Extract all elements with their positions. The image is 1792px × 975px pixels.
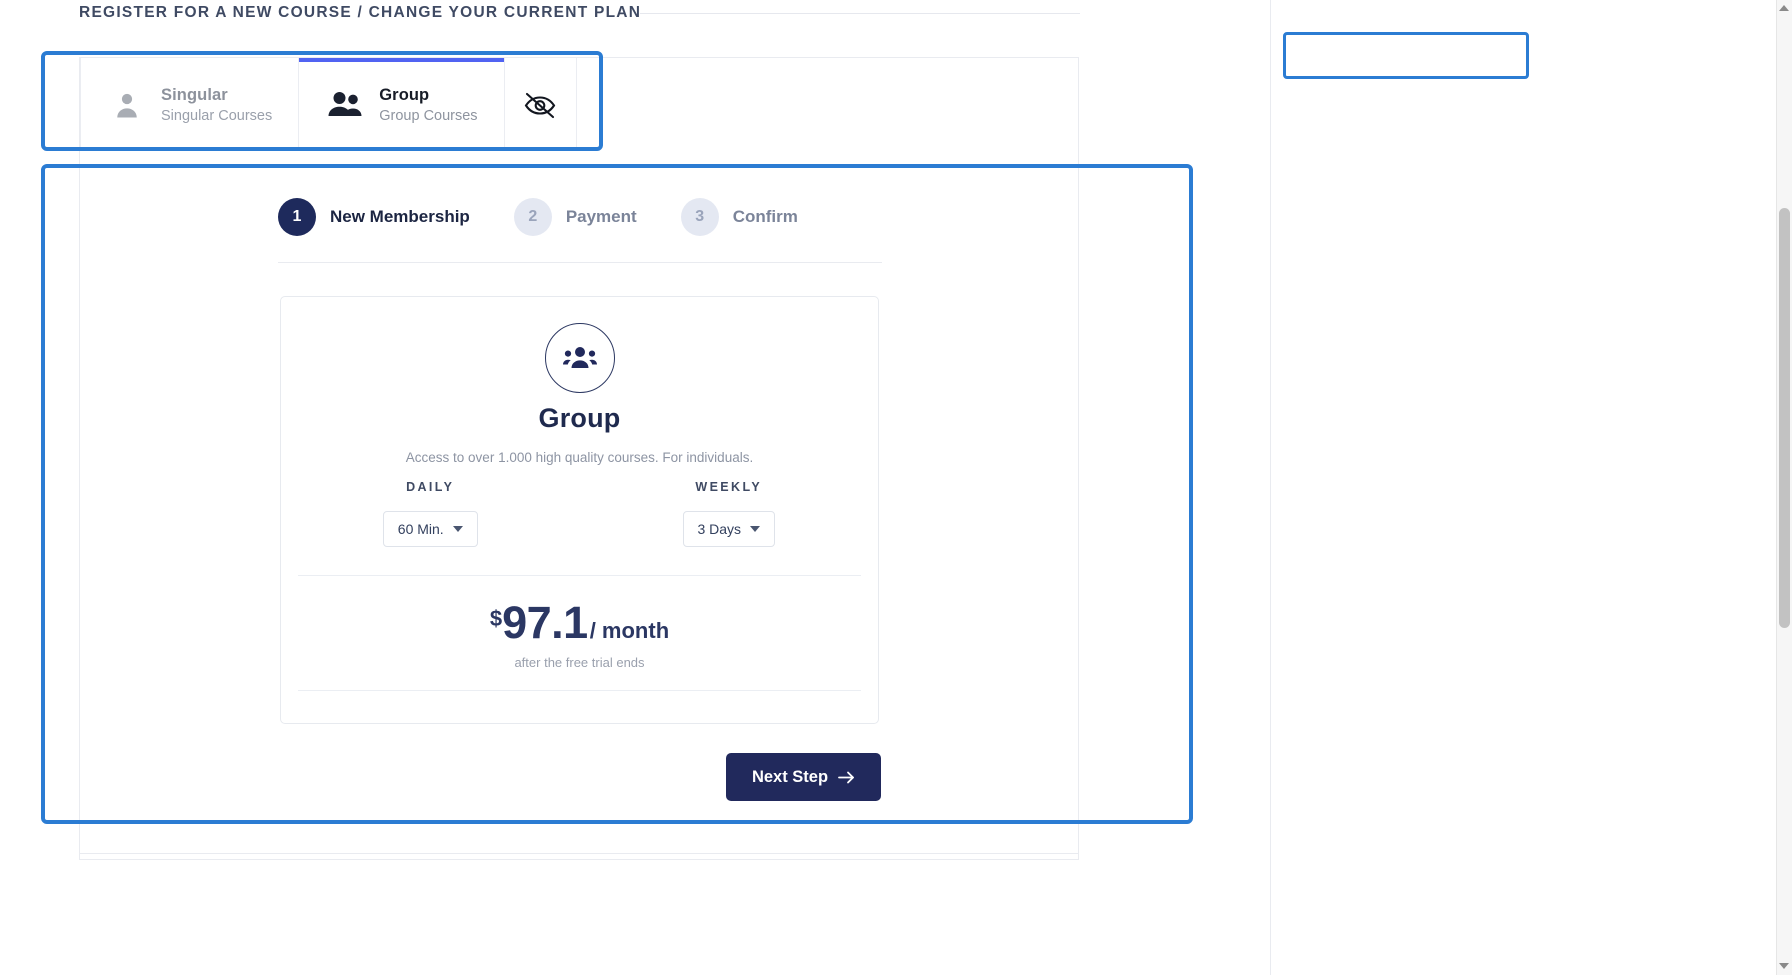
- step-2-number: 2: [513, 198, 552, 236]
- tab-singular-texts: Singular Singular Courses: [161, 86, 272, 124]
- step-3-number: 3: [680, 198, 719, 236]
- tab-card: Singular Singular Courses Group Group Co…: [79, 57, 1079, 152]
- scroll-up-arrow-icon[interactable]: [1779, 5, 1789, 11]
- eye-off-icon: [521, 88, 559, 122]
- plan-description: Access to over 1.000 high quality course…: [405, 450, 754, 465]
- step-1-label: New Membership: [330, 207, 470, 226]
- plan-card: Group Access to over 1.000 high quality …: [280, 296, 879, 724]
- tab-singular[interactable]: Singular Singular Courses: [80, 58, 300, 151]
- checkout-stepper: 1 New Membership 2 Payment 3 Confirm: [278, 198, 842, 236]
- plan-title: Group: [538, 403, 621, 433]
- step-new-membership[interactable]: 1 New Membership: [278, 198, 470, 236]
- card-bottom-edge: [79, 854, 1079, 860]
- daily-option-col: DAILY 60 Min.: [281, 480, 580, 547]
- group-people-icon: [544, 323, 615, 393]
- arrow-right-icon: [838, 771, 854, 783]
- price-period: / month: [589, 618, 670, 643]
- course-type-tabs: Singular Singular Courses Group Group Co…: [80, 58, 577, 151]
- main-content: REGISTER FOR A NEW COURSE / CHANGE YOUR …: [0, 0, 1270, 975]
- weekly-label: WEEKLY: [695, 480, 763, 494]
- plan-price: $ 97.1 / month: [281, 597, 878, 649]
- daily-duration-value: 60 Min.: [397, 521, 444, 537]
- chevron-down-icon: [452, 526, 463, 532]
- daily-duration-select[interactable]: 60 Min.: [382, 511, 478, 547]
- plan-divider-top: [298, 575, 861, 576]
- page-title: REGISTER FOR A NEW COURSE / CHANGE YOUR …: [79, 4, 642, 21]
- scrollbar-thumb[interactable]: [1779, 208, 1790, 628]
- page-scrollbar[interactable]: [1776, 0, 1792, 975]
- weekly-days-value: 3 Days: [697, 521, 742, 537]
- plan-options-row: DAILY 60 Min. WEEKLY 3 Days: [281, 480, 878, 547]
- heading-divider: [640, 13, 1080, 14]
- step-2-label: Payment: [565, 207, 637, 226]
- daily-label: DAILY: [406, 480, 455, 494]
- price-currency: $: [489, 606, 503, 631]
- plan-divider-bottom: [298, 690, 861, 691]
- price-note: after the free trial ends: [514, 655, 645, 670]
- step-confirm[interactable]: 3 Confirm: [680, 198, 798, 236]
- price-amount: 97.1: [502, 597, 588, 648]
- two-people-icon: [325, 88, 365, 122]
- step-3-label: Confirm: [732, 207, 798, 226]
- tab-group[interactable]: Group Group Courses: [299, 58, 505, 151]
- next-step-button[interactable]: Next Step: [726, 753, 881, 801]
- next-step-label: Next Step: [751, 767, 829, 786]
- tab-hidden-toggle[interactable]: [504, 58, 577, 151]
- tab-singular-title: Singular: [161, 85, 228, 104]
- membership-body-card: 1 New Membership 2 Payment 3 Confirm Gro…: [79, 152, 1079, 854]
- right-sidebar: COURSE My membership: [1270, 0, 1770, 975]
- weekly-option-col: WEEKLY 3 Days: [580, 480, 879, 547]
- scroll-down-arrow-icon[interactable]: [1779, 963, 1789, 969]
- page-root: REGISTER FOR A NEW COURSE / CHANGE YOUR …: [0, 0, 1792, 975]
- tab-group-subtitle: Group Courses: [379, 107, 478, 124]
- tab-group-texts: Group Group Courses: [379, 86, 477, 124]
- step-payment[interactable]: 2 Payment: [513, 198, 637, 236]
- weekly-days-select[interactable]: 3 Days: [682, 511, 775, 547]
- single-person-icon: [107, 88, 147, 122]
- tab-singular-subtitle: Singular Courses: [161, 107, 273, 124]
- step-1-number: 1: [278, 198, 316, 236]
- tab-group-title: Group: [379, 85, 430, 104]
- stepper-divider: [278, 262, 882, 263]
- chevron-down-icon: [750, 526, 761, 532]
